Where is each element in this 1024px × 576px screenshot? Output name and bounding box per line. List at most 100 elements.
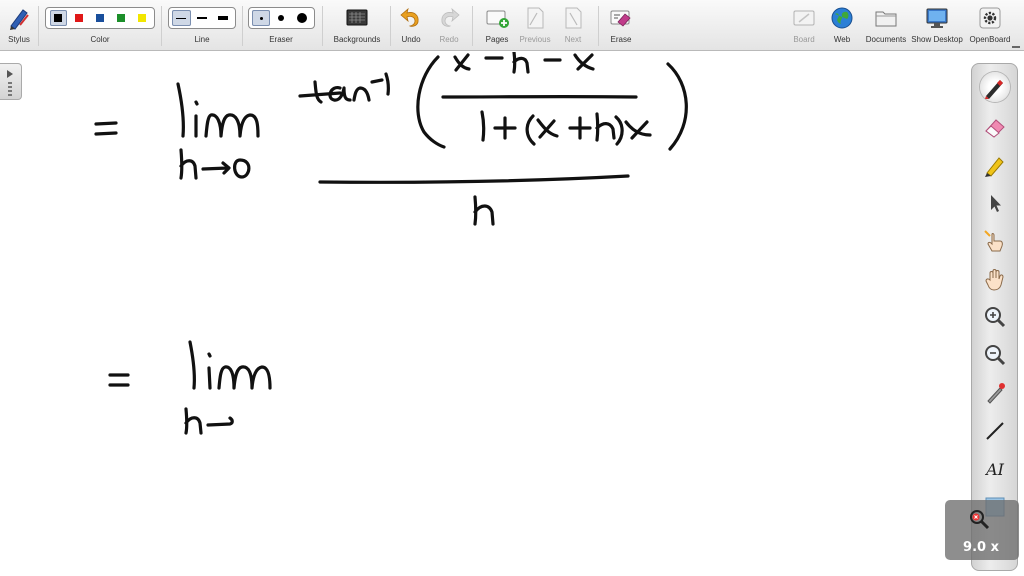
stylus-button[interactable]: Stylus bbox=[2, 0, 36, 51]
openboard-label: OpenBoard bbox=[969, 35, 1011, 44]
ink-den-plus2 bbox=[568, 116, 592, 140]
backgrounds-button[interactable]: Backgrounds bbox=[330, 0, 384, 51]
erase-all-button[interactable]: Erase bbox=[604, 0, 638, 51]
previous-page-icon bbox=[527, 7, 544, 29]
drawing-board[interactable] bbox=[0, 52, 1024, 576]
ink-lim-2-i bbox=[207, 366, 212, 390]
color-swatch-red[interactable] bbox=[71, 10, 88, 26]
board-icon bbox=[793, 10, 815, 26]
tool-palette: AI bbox=[971, 63, 1018, 571]
eraser-large-option[interactable] bbox=[293, 10, 311, 26]
zoom-in-tool-button[interactable] bbox=[980, 302, 1010, 332]
previous-label: Previous bbox=[519, 35, 551, 44]
selector-tool-button[interactable] bbox=[980, 188, 1010, 218]
color-picker bbox=[45, 7, 155, 29]
documents-label: Documents bbox=[865, 35, 907, 44]
color-swatch-yellow[interactable] bbox=[133, 10, 150, 26]
marker-tool-button[interactable] bbox=[980, 150, 1010, 180]
previous-page-button[interactable]: Previous bbox=[518, 0, 552, 51]
undo-icon bbox=[400, 7, 419, 27]
interact-tool-button[interactable] bbox=[980, 226, 1010, 256]
zoom-indicator: 9.0 x bbox=[945, 500, 1019, 560]
color-label: Color bbox=[90, 35, 110, 44]
toolbar-separator bbox=[38, 6, 39, 46]
zoom-in-icon bbox=[985, 307, 1006, 328]
redo-icon bbox=[441, 7, 460, 27]
ink-left-paren bbox=[416, 55, 446, 149]
zoom-out-tool-button[interactable] bbox=[980, 340, 1010, 370]
eraser-small-option[interactable] bbox=[252, 10, 271, 26]
board-mode-button[interactable]: Board bbox=[788, 0, 820, 51]
ink-arrow-2 bbox=[206, 416, 234, 427]
redo-button[interactable]: Redo bbox=[434, 0, 464, 51]
ink-num-x2 bbox=[573, 53, 595, 71]
ink-lim-2-m bbox=[217, 365, 272, 390]
hand-tool-button[interactable] bbox=[980, 264, 1010, 294]
openboard-menu-button[interactable]: OpenBoard bbox=[968, 0, 1012, 51]
monitor-icon bbox=[926, 8, 948, 28]
ink-arrow-1 bbox=[201, 161, 231, 175]
line-medium-option[interactable] bbox=[193, 10, 212, 26]
line-label: Line bbox=[194, 35, 210, 44]
ink-lim-1-m bbox=[204, 113, 260, 138]
color-blue-chip bbox=[95, 14, 104, 22]
folder-icon bbox=[875, 11, 897, 27]
eraser-tool-button[interactable] bbox=[980, 112, 1010, 142]
ink-tan-n bbox=[352, 86, 371, 102]
web-mode-button[interactable]: Web bbox=[826, 0, 858, 51]
eraser-medium-option[interactable] bbox=[272, 10, 290, 26]
ink-h-1 bbox=[179, 148, 198, 180]
board-label: Board bbox=[793, 35, 815, 44]
eraser-size-picker bbox=[248, 7, 315, 29]
color-green-chip bbox=[116, 14, 125, 22]
toolbar-separator bbox=[242, 6, 243, 46]
interact-icon bbox=[984, 230, 1003, 252]
show-desktop-button[interactable]: Show Desktop bbox=[911, 0, 963, 51]
ink-lim-1 bbox=[176, 82, 185, 138]
zoom-out-icon bbox=[985, 345, 1006, 366]
eraser-icon bbox=[985, 119, 1005, 138]
text-tool-button[interactable]: AI bbox=[980, 454, 1010, 484]
erase-all-icon bbox=[610, 10, 631, 27]
ink-zero-1 bbox=[233, 158, 251, 179]
undo-button[interactable]: Undo bbox=[396, 0, 426, 51]
ink-den-plus bbox=[493, 116, 517, 140]
window-minimize-button[interactable] bbox=[1012, 44, 1020, 48]
pen-tool-button[interactable] bbox=[980, 72, 1010, 102]
color-swatch-blue[interactable] bbox=[92, 10, 109, 26]
color-swatch-black[interactable] bbox=[50, 10, 67, 26]
ink-den-lparen bbox=[525, 114, 536, 146]
zoom-level-label: 9.0 x bbox=[963, 540, 999, 555]
ink-lim-2-dot bbox=[207, 352, 212, 358]
documents-mode-button[interactable]: Documents bbox=[866, 0, 906, 51]
grip-icon bbox=[8, 82, 12, 96]
hand-icon bbox=[985, 269, 1004, 291]
pages-button[interactable]: Pages bbox=[480, 0, 514, 51]
ink-den-h bbox=[595, 112, 616, 142]
redo-label: Redo bbox=[439, 35, 459, 44]
line-tool-button[interactable] bbox=[980, 416, 1010, 446]
ink-lim-1-dot bbox=[194, 100, 199, 106]
ink-tan-inv bbox=[370, 72, 390, 96]
toolbar-separator bbox=[598, 6, 599, 46]
ink-lim-2 bbox=[188, 340, 196, 390]
selector-icon bbox=[991, 195, 1001, 212]
page-thumbnails-tab[interactable] bbox=[0, 63, 22, 100]
color-swatch-green[interactable] bbox=[112, 10, 129, 26]
expand-arrow-icon bbox=[7, 70, 13, 78]
stylus-icon bbox=[10, 9, 29, 30]
backgrounds-icon bbox=[346, 9, 368, 26]
ink-h-2 bbox=[184, 407, 203, 435]
ink-den-one bbox=[480, 110, 486, 142]
top-toolbar: Stylus Color Line Eraser Backgrounds Und… bbox=[0, 0, 1024, 51]
next-page-button[interactable]: Next bbox=[556, 0, 590, 51]
erase-label: Erase bbox=[610, 35, 632, 44]
web-label: Web bbox=[833, 35, 851, 44]
line-thin-option[interactable] bbox=[172, 10, 191, 26]
ink-den-x bbox=[536, 118, 559, 139]
marker-icon bbox=[985, 157, 1004, 177]
color-yellow-chip bbox=[137, 14, 146, 22]
stylus-label: Stylus bbox=[8, 35, 30, 44]
line-thick-option[interactable] bbox=[213, 10, 232, 26]
laser-pointer-tool-button[interactable] bbox=[980, 378, 1010, 408]
